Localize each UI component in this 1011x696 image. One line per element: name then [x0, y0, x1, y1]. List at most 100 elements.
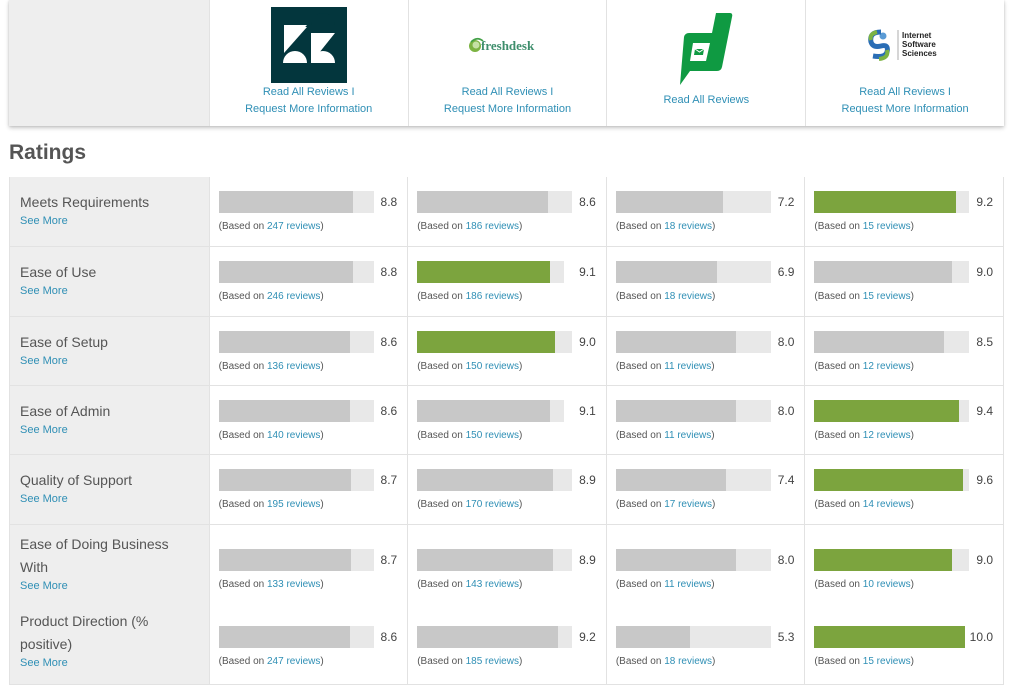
see-more-link[interactable]: See More — [20, 492, 199, 506]
review-count-link[interactable]: 12 reviews — [863, 430, 911, 441]
score-value: 8.8 — [380, 265, 398, 279]
review-count-link[interactable]: 18 reviews — [664, 221, 712, 232]
review-count-link[interactable]: 133 reviews — [267, 579, 320, 590]
score-value: 9.1 — [579, 404, 596, 418]
rating-row-label: Ease of Admin See More — [10, 386, 209, 454]
score-bar-track — [218, 626, 374, 648]
read-all-reviews-link[interactable]: Read All Reviews — [859, 86, 945, 98]
score-value: 7.4 — [777, 473, 795, 487]
based-on-text: (Based on 12 reviews) — [814, 361, 914, 372]
score-value: 9.1 — [579, 265, 596, 279]
see-more-link[interactable]: See More — [20, 284, 199, 298]
rating-cell: 8.9 (Based on 143 reviews) — [407, 525, 606, 602]
review-count-link[interactable]: 150 reviews — [466, 361, 519, 372]
score-bar-fill-best — [814, 469, 963, 491]
score-value: 8.6 — [380, 404, 398, 418]
review-count-link[interactable]: 18 reviews — [664, 656, 712, 667]
review-count-link[interactable]: 11 reviews — [664, 361, 711, 372]
score-bar-fill — [814, 261, 953, 283]
rating-cell: 10.0 (Based on 15 reviews) — [804, 602, 1003, 684]
read-all-reviews-link[interactable]: Read All Reviews — [663, 94, 749, 106]
rating-row-label: Quality of Support See More — [10, 455, 209, 524]
rating-cell: 8.6 (Based on 136 reviews) — [208, 317, 408, 385]
read-all-reviews-link[interactable]: Read All Reviews — [462, 86, 548, 98]
rating-cell: 8.5 (Based on 12 reviews) — [804, 317, 1003, 385]
review-count-link[interactable]: 17 reviews — [664, 499, 712, 510]
score-bar-track — [615, 549, 771, 571]
score-bar-fill — [218, 469, 352, 491]
score-bar-track — [615, 469, 771, 491]
internet-software-sciences-logo-icon[interactable]: Internet Software Sciences — [865, 28, 945, 62]
score-value: 8.0 — [777, 404, 795, 418]
review-count-link[interactable]: 11 reviews — [664, 579, 711, 590]
review-count-link[interactable]: 10 reviews — [863, 579, 911, 590]
review-count-link[interactable]: 246 reviews — [267, 291, 320, 302]
score-bar-fill — [417, 469, 554, 491]
see-more-link[interactable]: See More — [20, 354, 199, 368]
rating-cell: 9.6 (Based on 14 reviews) — [804, 455, 1003, 524]
review-count-link[interactable]: 18 reviews — [664, 291, 712, 302]
review-count-link[interactable]: 247 reviews — [267, 221, 320, 232]
review-count-link[interactable]: 140 reviews — [267, 430, 320, 441]
score-bar-track — [417, 549, 573, 571]
zendesk-logo-icon[interactable] — [270, 7, 347, 83]
logo-text-internet: Internet — [902, 31, 932, 40]
rating-row: Product Direction (% positive) See More 8.… — [10, 602, 1003, 684]
request-more-information-link[interactable]: Request More Information — [444, 103, 571, 115]
rating-cell: 6.9 (Based on 18 reviews) — [605, 247, 805, 316]
rating-category-name: Ease of Doing Business With — [20, 536, 169, 575]
score-value: 6.9 — [777, 265, 795, 279]
rating-row-label: Ease of Doing Business With See More — [10, 525, 209, 602]
score-bar-track — [218, 191, 374, 213]
request-more-information-link[interactable]: Request More Information — [245, 103, 372, 115]
review-count-link[interactable]: 170 reviews — [466, 499, 519, 510]
review-count-link[interactable]: 185 reviews — [466, 656, 519, 667]
review-count-link[interactable]: 143 reviews — [466, 579, 519, 590]
review-count-link[interactable]: 150 reviews — [466, 430, 519, 441]
review-count-link[interactable]: 14 reviews — [863, 499, 911, 510]
based-on-text: (Based on 18 reviews) — [615, 291, 716, 302]
review-count-link[interactable]: 247 reviews — [267, 656, 320, 667]
see-more-link[interactable]: See More — [20, 656, 199, 670]
link-separator: I — [947, 86, 951, 98]
based-on-text: (Based on 15 reviews) — [814, 291, 914, 302]
score-value: 8.9 — [579, 553, 596, 567]
review-count-link[interactable]: 15 reviews — [863, 656, 911, 667]
request-more-information-link[interactable]: Request More Information — [842, 103, 969, 115]
score-bar-fill — [417, 400, 550, 422]
review-count-link[interactable]: 15 reviews — [863, 291, 911, 302]
review-count-link[interactable]: 12 reviews — [863, 361, 911, 372]
score-bar-fill — [218, 626, 350, 648]
score-bar-fill — [615, 469, 727, 491]
score-value: 8.5 — [976, 335, 993, 349]
based-on-text: (Based on 12 reviews) — [814, 430, 914, 441]
score-bar-fill — [417, 191, 549, 213]
review-count-link[interactable]: 11 reviews — [664, 430, 711, 441]
link-separator: I — [351, 86, 355, 98]
review-count-link[interactable]: 186 reviews — [466, 291, 519, 302]
see-more-link[interactable]: See More — [20, 214, 199, 228]
rating-cell: 8.7 (Based on 133 reviews) — [208, 525, 408, 602]
score-bar-fill-best — [814, 191, 956, 213]
freshdesk-logo-icon[interactable]: freshdesk — [467, 33, 547, 57]
header-blank-cell — [9, 0, 209, 126]
score-bar-track — [814, 191, 970, 213]
based-on-text: (Based on 11 reviews) — [615, 579, 715, 590]
vendor-header: Read All Reviews I Request More Informat… — [9, 0, 1004, 126]
read-all-reviews-link[interactable]: Read All Reviews — [263, 86, 349, 98]
score-bar-track — [615, 331, 771, 353]
rating-category-name: Ease of Use — [20, 264, 97, 280]
rating-cell: 8.6 (Based on 247 reviews) — [208, 602, 408, 684]
review-count-link[interactable]: 195 reviews — [267, 499, 320, 510]
review-count-link[interactable]: 186 reviews — [466, 221, 519, 232]
score-bar-track — [218, 549, 374, 571]
see-more-link[interactable]: See More — [20, 579, 199, 593]
based-on-text: (Based on 246 reviews) — [218, 291, 324, 302]
score-bar-track — [615, 191, 771, 213]
see-more-link[interactable]: See More — [20, 423, 199, 437]
review-count-link[interactable]: 136 reviews — [267, 361, 320, 372]
review-count-link[interactable]: 15 reviews — [863, 221, 911, 232]
zoho-desk-logo-icon[interactable] — [676, 11, 736, 87]
based-on-text: (Based on 195 reviews) — [218, 499, 324, 510]
logo-text-sciences: Sciences — [902, 49, 937, 58]
